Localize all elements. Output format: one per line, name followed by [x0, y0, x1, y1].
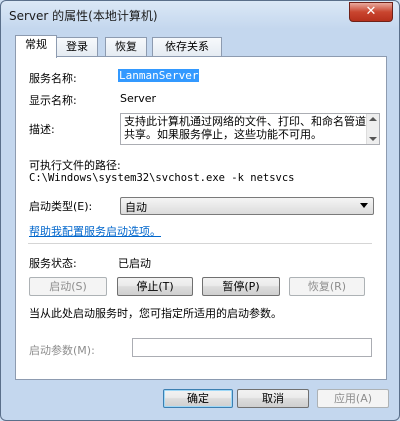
scroll-up-icon[interactable] — [369, 117, 377, 121]
start-params-hint: 当从此处启动服务时，您可指定所适用的启动参数。 — [29, 307, 282, 320]
stop-button[interactable]: 停止(T) — [117, 277, 193, 296]
start-params-input[interactable] — [132, 338, 372, 357]
description-text: 支持此计算机通过网络的文件、打印、和命名管道共享。如果服务停止，这些功能不可用。 — [124, 115, 366, 141]
divider — [28, 243, 372, 244]
display-name-label: 显示名称: — [29, 94, 77, 107]
path-value: C:\Windows\system32\svchost.exe -k netsv… — [29, 172, 295, 184]
window-title: Server 的属性(本地计算机) — [9, 9, 158, 23]
start-params-label: 启动参数(M): — [29, 344, 95, 357]
resume-button[interactable]: 恢复(R) — [289, 277, 365, 296]
title-bar[interactable]: Server 的属性(本地计算机) ✕ — [1, 1, 399, 29]
service-name-label: 服务名称: — [29, 72, 77, 85]
chevron-down-icon — [360, 203, 368, 208]
description-box[interactable]: 支持此计算机通过网络的文件、打印、和命名管道共享。如果服务停止，这些功能不可用。 — [120, 113, 380, 145]
properties-dialog: Server 的属性(本地计算机) ✕ 常规 登录 恢复 依存关系 服务名称: … — [0, 0, 400, 421]
service-name-value[interactable]: LanmanServer — [118, 69, 200, 82]
general-tab-panel: 服务名称: LanmanServer 显示名称: Server 描述: 支持此计… — [15, 56, 387, 380]
path-label: 可执行文件的路径: — [29, 159, 121, 172]
tab-logon[interactable]: 登录 — [56, 37, 98, 56]
apply-button[interactable]: 应用(A) — [317, 389, 389, 408]
startup-type-label: 启动类型(E): — [29, 200, 93, 213]
start-button[interactable]: 启动(S) — [29, 277, 107, 296]
startup-type-value: 自动 — [125, 201, 147, 214]
service-name-text: LanmanServer — [118, 69, 200, 82]
tab-strip: 常规 登录 恢复 依存关系 — [15, 35, 387, 58]
scroll-down-icon[interactable] — [369, 137, 377, 141]
help-link[interactable]: 帮助我配置服务启动选项。 — [29, 223, 161, 239]
close-button[interactable]: ✕ — [349, 2, 393, 22]
service-status-label: 服务状态: — [29, 257, 77, 270]
tab-dependencies[interactable]: 依存关系 — [152, 37, 222, 56]
display-name-value[interactable]: Server — [120, 92, 156, 105]
pause-button[interactable]: 暂停(P) — [202, 277, 280, 296]
tab-general[interactable]: 常规 — [15, 35, 57, 58]
ok-button[interactable]: 确定 — [163, 389, 233, 408]
description-label: 描述: — [29, 123, 55, 136]
description-scrollbar[interactable] — [366, 114, 379, 144]
startup-type-select[interactable]: 自动 — [120, 197, 374, 215]
tab-recovery[interactable]: 恢复 — [105, 37, 147, 56]
service-status-value: 已启动 — [118, 257, 151, 270]
cancel-button[interactable]: 取消 — [237, 389, 309, 408]
